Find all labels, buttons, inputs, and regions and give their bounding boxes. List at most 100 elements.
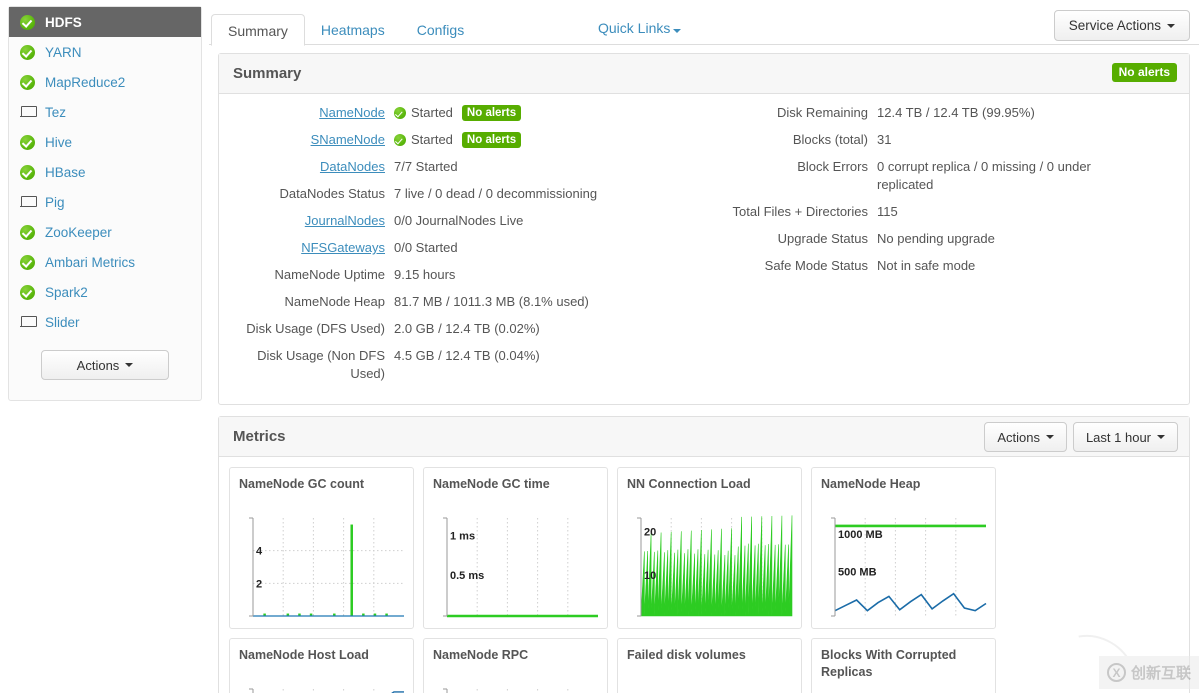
summary-link-label[interactable]: SNameNode — [219, 131, 394, 149]
green-check-icon — [20, 74, 35, 90]
metrics-title: Metrics — [233, 428, 286, 445]
caret-down-icon — [125, 363, 134, 367]
svg-text:0.5 ms: 0.5 ms — [450, 570, 484, 582]
svg-text:1 ms: 1 ms — [450, 530, 475, 542]
summary-value-text: 9.15 hours — [394, 267, 456, 282]
green-check-icon — [394, 107, 406, 119]
metrics-panel: Metrics Actions Last 1 hour NameNode GC … — [218, 416, 1190, 693]
summary-value: 115 — [877, 204, 898, 219]
summary-value: Started No alerts — [394, 104, 522, 122]
sidebar-item-label: Spark2 — [45, 284, 88, 300]
metrics-actions-label: Actions — [997, 429, 1040, 445]
sidebar-item-spark2[interactable]: Spark2 — [9, 277, 201, 307]
summary-row: Blocks (total) 31 — [707, 131, 1189, 149]
summary-row: Total Files + Directories 115 — [707, 203, 1189, 221]
caret-down-icon — [673, 29, 682, 33]
summary-label: NameNode Uptime — [274, 267, 385, 282]
sidebar-item-zookeeper[interactable]: ZooKeeper — [9, 217, 201, 247]
summary-row: NameNode Heap 81.7 MB / 1011.3 MB (8.1% u… — [219, 293, 704, 311]
metric-chart: 5 % — [239, 683, 406, 693]
services-sidebar: HDFS YARN MapReduce2 Tez Hive HBase Pig ZooKeep… — [8, 6, 202, 401]
summary-panel: Summary No alerts NameNode Started No aler… — [218, 53, 1190, 405]
metric-card-title: NameNode Heap — [821, 477, 921, 491]
sidebar-actions-wrap: Actions — [9, 350, 201, 380]
status-badge[interactable]: No alerts — [461, 105, 522, 121]
summary-value: 9.15 hours — [394, 266, 459, 284]
summary-body: NameNode Started No alerts SNameNode Started… — [219, 94, 1189, 404]
metric-card-title: NameNode GC count — [239, 477, 365, 491]
metrics-header-controls: Actions Last 1 hour — [984, 422, 1178, 452]
summary-label: Disk Usage (Non DFS Used) — [257, 348, 385, 381]
summary-row: DataNodes Status 7 live / 0 dead / 0 deco… — [219, 185, 704, 203]
summary-value-text: Started — [411, 132, 453, 147]
metric-card-title: NN Connection Load — [627, 477, 751, 491]
metrics-actions-button[interactable]: Actions — [984, 422, 1067, 452]
metric-card[interactable]: NameNode Heap 1000 MB 500 MB — [811, 467, 996, 629]
service-actions-button[interactable]: Service Actions — [1053, 10, 1190, 41]
metric-card-title: NameNode GC time — [433, 477, 550, 491]
metric-card[interactable]: NameNode GC time 1 ms 0.5 ms — [423, 467, 608, 629]
summary-row: NFSGateways 0/0 Started — [219, 239, 704, 257]
metric-chart: 1 ms 0.5 ms — [433, 512, 600, 622]
summary-link-label[interactable]: NameNode — [219, 104, 394, 122]
sidebar-item-hive[interactable]: Hive — [9, 127, 201, 157]
sidebar-item-hbase[interactable]: HBase — [9, 157, 201, 187]
summary-value: Started No alerts — [394, 131, 522, 149]
status-badge[interactable]: No alerts — [461, 132, 522, 148]
summary-value: 81.7 MB / 1011.3 MB (8.1% used) — [394, 293, 593, 311]
tabs: Summary Heatmaps Configs — [209, 0, 1199, 46]
summary-row: DataNodes 7/7 Started — [219, 158, 704, 176]
summary-value: 31 — [877, 132, 892, 147]
metric-card[interactable]: NameNode GC count 2 4 — [229, 467, 414, 629]
summary-link-label[interactable]: JournalNodes — [219, 212, 394, 230]
summary-row: NameNode Started No alerts — [219, 104, 704, 122]
sidebar-item-tez[interactable]: Tez — [9, 97, 201, 127]
metric-card[interactable]: Blocks With Corrupted Replicas — [811, 638, 996, 693]
metric-card[interactable]: Failed disk volumes — [617, 638, 802, 693]
sidebar-item-label: Slider — [45, 314, 80, 330]
main-content: Summary Heatmaps Configs Quick Links Servi… — [209, 0, 1199, 693]
metric-card[interactable]: NameNode Host Load 5 % — [229, 638, 414, 693]
summary-label: Safe Mode Status — [764, 258, 868, 273]
client-monitor-icon — [20, 105, 37, 120]
summary-link-label[interactable]: DataNodes — [219, 158, 394, 176]
svg-text:1000 MB: 1000 MB — [838, 529, 883, 541]
summary-link-label[interactable]: NFSGateways — [219, 239, 394, 257]
sidebar-actions-label: Actions — [76, 357, 120, 373]
sidebar-item-mapreduce2[interactable]: MapReduce2 — [9, 67, 201, 97]
metrics-timerange-button[interactable]: Last 1 hour — [1072, 422, 1178, 452]
summary-value-text: 7 live / 0 dead / 0 decommissioning — [394, 186, 598, 201]
summary-value: 12.4 TB / 12.4 TB (99.95%) — [877, 105, 1035, 120]
green-check-icon — [20, 164, 35, 180]
sidebar-item-label: Hive — [45, 134, 73, 150]
metric-chart: 24 — [239, 512, 406, 622]
caret-down-icon — [1167, 23, 1175, 28]
sidebar-item-label: YARN — [45, 44, 82, 60]
sidebar-item-label: HBase — [45, 164, 86, 180]
tab-heatmaps[interactable]: Heatmaps — [305, 14, 401, 46]
tab-configs[interactable]: Configs — [401, 14, 480, 46]
sidebar-item-ambari-metrics[interactable]: Ambari Metrics — [9, 247, 201, 277]
sidebar-item-hdfs[interactable]: HDFS — [9, 7, 201, 37]
sidebar-item-label: ZooKeeper — [45, 224, 112, 240]
quick-links-dropdown[interactable]: Quick Links — [598, 20, 682, 36]
metric-card[interactable]: NameNode RPC — [423, 638, 608, 693]
sidebar-item-label: HDFS — [45, 14, 82, 30]
green-check-icon — [20, 224, 35, 240]
sidebar-item-label: Pig — [45, 194, 65, 210]
summary-label: Blocks (total) — [792, 132, 868, 147]
summary-row: JournalNodes 0/0 JournalNodes Live — [219, 212, 704, 230]
summary-alert-badge[interactable]: No alerts — [1111, 63, 1177, 82]
sidebar-actions-button[interactable]: Actions — [41, 350, 169, 380]
sidebar-item-pig[interactable]: Pig — [9, 187, 201, 217]
tab-summary[interactable]: Summary — [211, 14, 305, 46]
metric-card[interactable]: NN Connection Load 20 10 — [617, 467, 802, 629]
metric-chart: 20 10 — [627, 512, 794, 622]
green-check-icon — [20, 254, 35, 270]
sidebar-item-slider[interactable]: Slider — [9, 307, 201, 337]
sidebar-item-yarn[interactable]: YARN — [9, 37, 201, 67]
summary-label: NameNode Heap — [284, 294, 385, 309]
service-actions-label: Service Actions — [1068, 18, 1161, 33]
page-root: HDFS YARN MapReduce2 Tez Hive HBase Pig ZooKeep… — [0, 0, 1199, 693]
quick-links-label: Quick Links — [598, 20, 671, 36]
